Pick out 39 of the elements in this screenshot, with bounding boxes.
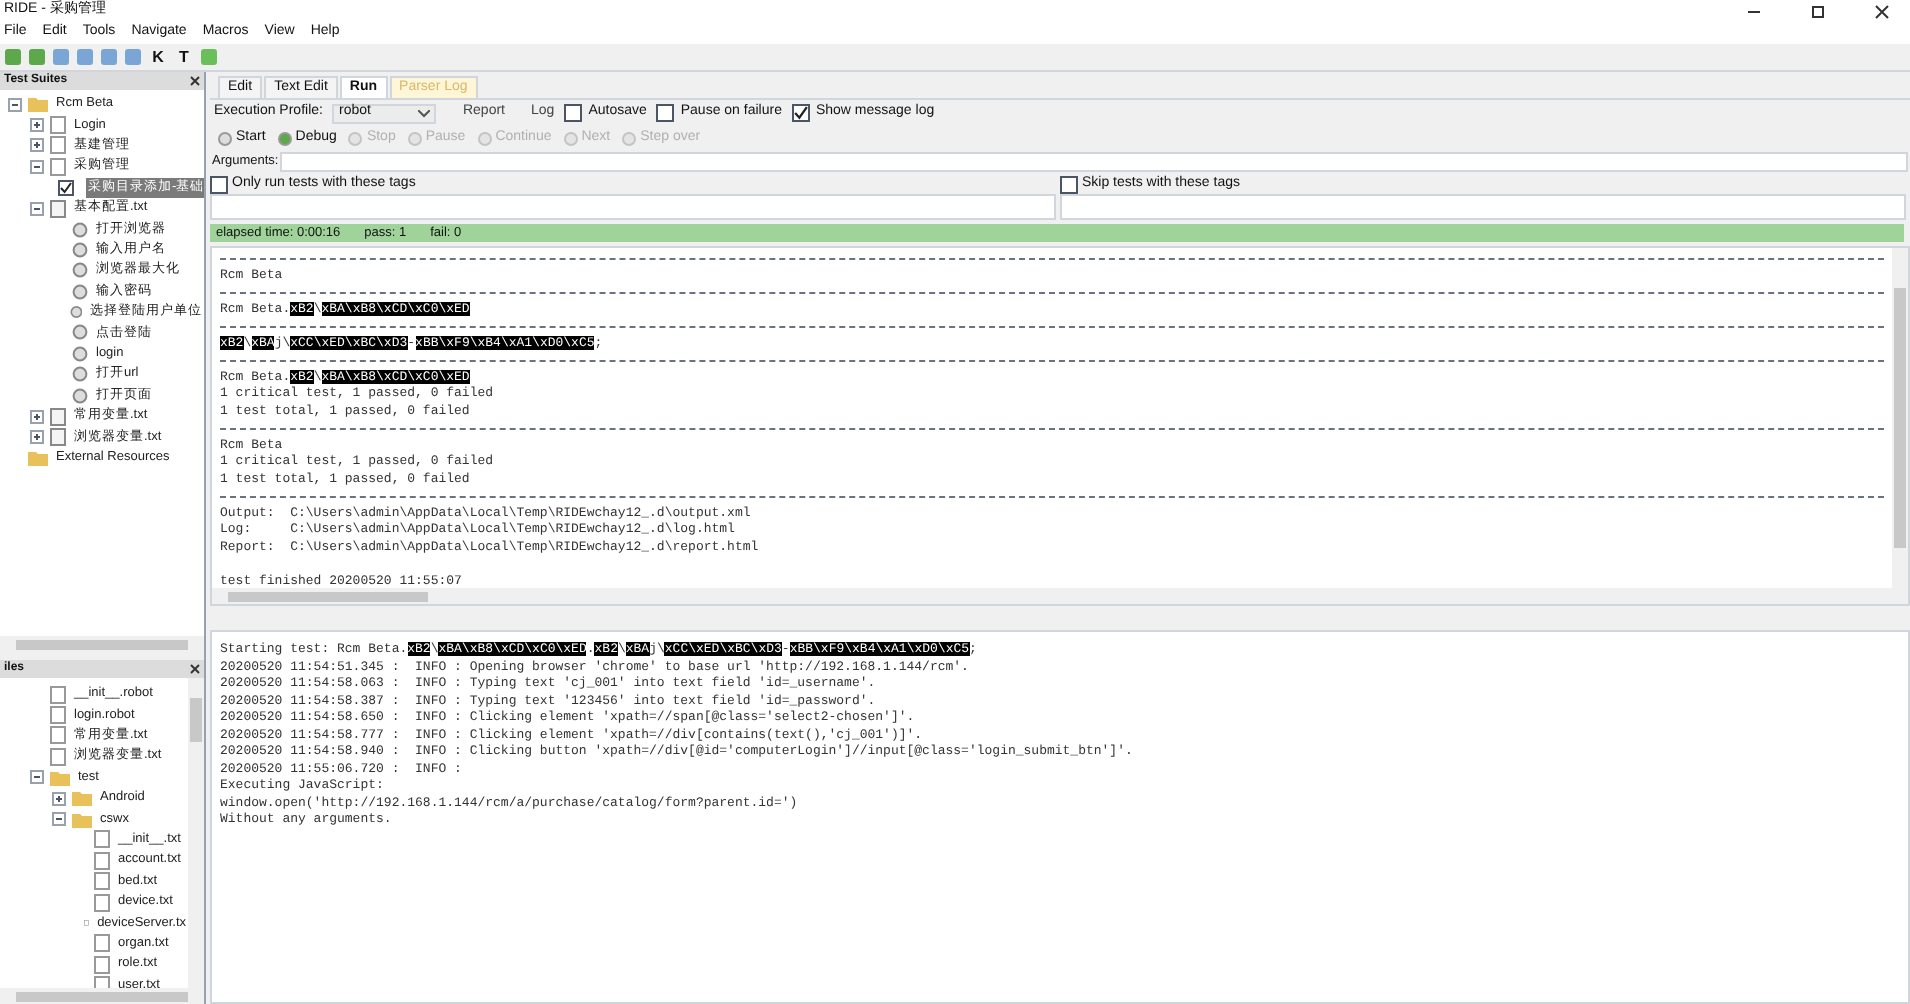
circle-icon [407, 131, 422, 145]
expand-icon[interactable] [30, 138, 44, 153]
vertical-scrollbar[interactable] [188, 678, 204, 988]
collapse-icon[interactable] [8, 97, 22, 112]
circle-icon [348, 131, 363, 145]
checkbox[interactable] [791, 104, 810, 122]
folder-icon [28, 449, 48, 466]
vertical-scrollbar[interactable] [1892, 248, 1908, 604]
checkbox[interactable] [210, 175, 228, 193]
toolbar-button[interactable]: K [148, 45, 168, 69]
maximize-icon[interactable] [1810, 3, 1826, 19]
collapse-icon[interactable] [30, 770, 44, 785]
circle-icon [477, 131, 492, 145]
circle-icon [218, 131, 232, 145]
checkbox[interactable] [564, 104, 583, 122]
checkbox[interactable] [656, 104, 675, 122]
arguments-field[interactable] [280, 152, 1908, 172]
close-icon[interactable] [190, 76, 200, 86]
toolbar-button[interactable]: T [174, 45, 194, 69]
checkbox[interactable] [58, 179, 74, 196]
tags-field[interactable] [210, 194, 1056, 220]
expand-icon[interactable] [30, 409, 44, 424]
horizontal-scrollbar[interactable] [212, 588, 1892, 604]
close-icon[interactable] [1874, 3, 1890, 19]
circle-icon [563, 131, 578, 145]
caret-icon [418, 109, 431, 117]
expand-icon[interactable] [52, 791, 66, 806]
collapse-icon[interactable] [52, 812, 66, 827]
collapse-icon[interactable] [30, 201, 44, 216]
collapse-icon[interactable] [30, 159, 44, 174]
bug-icon [277, 131, 292, 145]
circle-icon [622, 131, 637, 145]
file-icon [50, 199, 66, 218]
checkbox[interactable] [1060, 175, 1078, 193]
close-icon[interactable] [190, 664, 200, 674]
folder-icon [28, 96, 48, 113]
expand-icon[interactable] [30, 429, 44, 444]
expand-icon[interactable] [30, 118, 44, 133]
tags-field[interactable] [1060, 194, 1906, 220]
